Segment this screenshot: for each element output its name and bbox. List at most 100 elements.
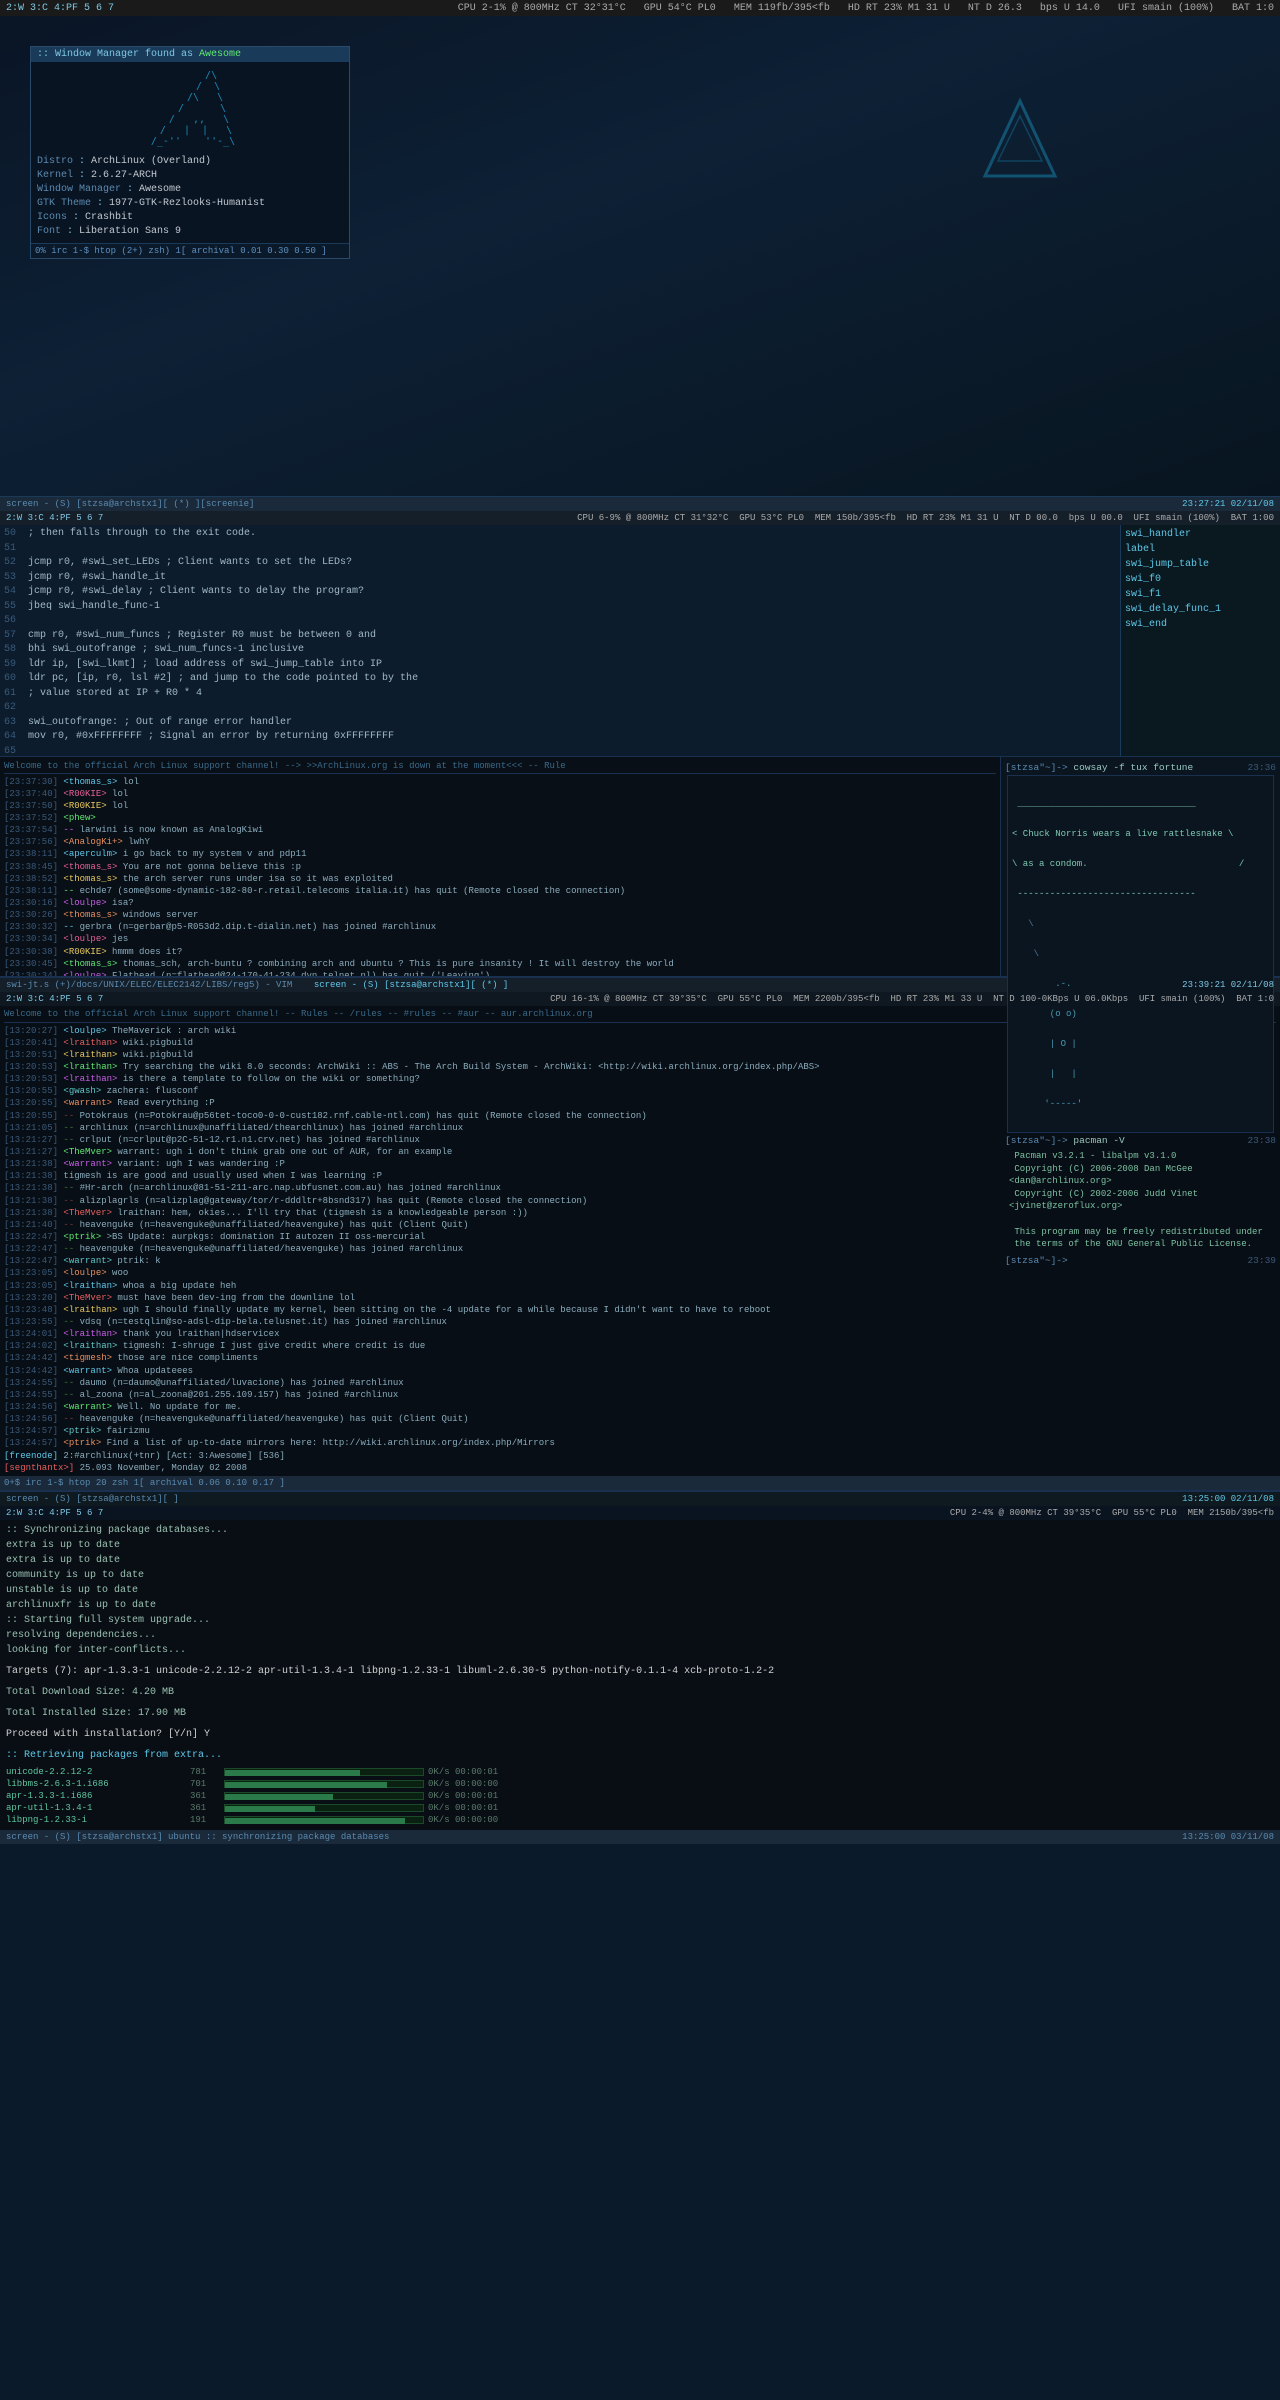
list-item: [23:37:40] <R00KIE> lol (4, 788, 996, 800)
code-line: 62 (4, 701, 1116, 716)
bottom-left: screen - (S) [stzsa@archstx1] ubuntu :: … (6, 1832, 389, 1842)
desktop: :: Window Manager found as Awesome /\ / … (0, 16, 1280, 496)
code-line: 64 mov r0, #0xFFFFFFFF ; Signal an error… (4, 730, 1116, 745)
code-line: 55 jbeq swi_handle_func-1 (4, 600, 1116, 615)
code-editor-screen: screen - (S) [stzsa@archstx1][ (*) ][scr… (0, 496, 1280, 756)
progress-bars: unicode-2.2.12-2 781 0K/s 00:00:01 libbm… (0, 1766, 1280, 1826)
list-item: [segnthantx>] 25.093 November, Monday 02… (4, 1462, 1276, 1474)
list-item: [23:37:54] -- larwini is now known as An… (4, 824, 996, 836)
screen4-statusbar: screen - (S) [stzsa@archstx1][ ] 13:25:0… (0, 1492, 1280, 1506)
code-line: 63swi_outofrange: ; Out of range error h… (4, 716, 1116, 731)
list-item: [23:37:56] <AnalogKi+> lwhY (4, 836, 996, 848)
code-editor-layout: 50; then falls through to the exit code.… (0, 525, 1280, 756)
list-item: [23:30:26] <thomas_s> windows server (4, 909, 996, 921)
retrieval-line: :: Retrieving packages from extra... (0, 1745, 1280, 1766)
list-item: [13:24:42] <tigmesh> those are nice comp… (4, 1352, 1276, 1364)
code-line: 65 (4, 745, 1116, 757)
sidebar-item: swi_f0 (1125, 572, 1276, 587)
screen3-statusbar2: 2:W 3:C 4:PF 5 6 7 CPU 16-1% @ 800MHz CT… (0, 992, 1280, 1006)
list-item: [13:24:01] <lraithan> thank you lraithan… (4, 1328, 1276, 1340)
package-install-screen: screen - (S) [stzsa@archstx1][ ] 13:25:0… (0, 1490, 1280, 1844)
progress-bar-item: apr-1.3.3-1.i686 361 0K/s 00:00:01 (0, 1790, 1280, 1802)
code-line: 58 bhi swi_outofrange ; swi_num_funcs-1 … (4, 643, 1116, 658)
progress-bar-item: libpng-1.2.33-i 191 0K/s 00:00:00 (0, 1814, 1280, 1826)
list-item: [13:24:57] <ptrik> Find a list of up-to-… (4, 1437, 1276, 1449)
list-item: [13:24:55] -- daumo (n=daumo@unaffiliate… (4, 1377, 1276, 1389)
terminal-body: /\ / \ /\ \ / \ / ,, \ / | | \ /_-'' ''-… (31, 62, 349, 243)
list-item: [23:30:45] <thomas_s> thomas_sch, arch-b… (4, 958, 996, 970)
list-item: [23:38:45] <thomas_s> You are not gonna … (4, 861, 996, 873)
list-item: [13:24:57] <ptrik> fairizmu (4, 1425, 1276, 1437)
list-item: [13:24:56] -- heavenguke (n=heavenguke@u… (4, 1413, 1276, 1425)
screen4-bottom-bar: screen - (S) [stzsa@archstx1] ubuntu :: … (0, 1830, 1280, 1844)
list-item: [23:37:50] <R00KIE> lol (4, 800, 996, 812)
code-line: 57 cmp r0, #swi_num_funcs ; Register R0 … (4, 629, 1116, 644)
terminal-titlebar: :: Window Manager found as Awesome (31, 47, 349, 62)
list-item: resolving dependencies... (6, 1628, 1274, 1643)
list-item: [13:24:56] <warrant> Well. No update for… (4, 1401, 1276, 1413)
irc-header: Welcome to the official Arch Linux suppo… (4, 760, 996, 774)
workspace-tabs: 2:W 3:C 4:PF 5 6 7 (6, 3, 114, 14)
list-item: [23:30:38] <R00KIE> hmmm does it? (4, 946, 996, 958)
code-sidebar: swi_handlerlabelswi_jump_tableswi_f0swi_… (1120, 525, 1280, 756)
list-item: [13:23:55] -- vdsq (n=testqlin@so-adsl-d… (4, 1316, 1276, 1328)
terminal-bottom: 0% irc 1-$ htop (2+) zsh) 1[ archival 0.… (31, 243, 349, 258)
screen3-right: 23:39:21 02/11/08 (1182, 980, 1274, 990)
list-item: [23:38:52] <thomas_s> the arch server ru… (4, 873, 996, 885)
arch-logo (980, 96, 1060, 190)
list-item: :: Synchronizing package databases... (6, 1523, 1274, 1538)
screen3-bottom-bar: 0+$ irc 1-$ htop 20 zsh 1[ archival 0.06… (0, 1476, 1280, 1490)
sidebar-item: swi_end (1125, 617, 1276, 632)
list-item: [13:24:55] -- al_zoona (n=al_zoona@201.2… (4, 1389, 1276, 1401)
screen1-statusbar2: 2:W 3:C 4:PF 5 6 7 CPU 6-9% @ 800MHz CT … (0, 511, 1280, 525)
sidebar-item: swi_delay_func_1 (1125, 602, 1276, 617)
code-line: 60 ldr pc, [ip, r0, lsl #2] ; and jump t… (4, 672, 1116, 687)
code-line: 59 ldr ip, [swi_lkmt] ; load address of … (4, 658, 1116, 673)
list-item: archlinuxfr is up to date (6, 1598, 1274, 1613)
sidebar-item: label (1125, 542, 1276, 557)
code-line: 50; then falls through to the exit code. (4, 527, 1116, 542)
code-line: 52 jcmp r0, #swi_set_LEDs ; Client wants… (4, 556, 1116, 571)
system-stats: CPU 2-1% @ 800MHz CT 32°31°C GPU 54°C PL… (458, 3, 1274, 14)
screen3-bottom-text: 0+$ irc 1-$ htop 20 zsh 1[ archival 0.06… (4, 1478, 285, 1488)
screen1-status-right: 23:27:21 02/11/08 (1182, 499, 1274, 509)
list-item: :: Starting full system upgrade... (6, 1613, 1274, 1628)
sidebar-item: swi_handler (1125, 527, 1276, 542)
irc-left: Welcome to the official Arch Linux suppo… (0, 757, 1000, 976)
list-item: [23:30:32] -- gerbra (n=gerbar@p5-R053d2… (4, 921, 996, 933)
screen1-statusbar: screen - (S) [stzsa@archstx1][ (*) ][scr… (0, 497, 1280, 511)
progress-bar-item: libbms-2.6.3-1.i686 701 0K/s 00:00:00 (0, 1778, 1280, 1790)
bottom-right: 13:25:00 03/11/08 (1182, 1832, 1274, 1842)
list-item: [13:24:42] <warrant> Whoa updateees (4, 1365, 1276, 1377)
package-sync-output: :: Synchronizing package databases... ex… (0, 1520, 1280, 1661)
list-item: [23:30:34] <loulpe> jes (4, 933, 996, 945)
list-item: [23:30:16] <loulpe> isa? (4, 897, 996, 909)
list-item: [freenode] 2:#archlinux(+tnr) [Act: 3:Aw… (4, 1450, 1276, 1462)
progress-bar-item: unicode-2.2.12-2 781 0K/s 00:00:01 (0, 1766, 1280, 1778)
code-line: 61 ; value stored at IP + R0 * 4 (4, 687, 1116, 702)
proceed-prompt: Proceed with installation? [Y/n] Y (0, 1724, 1280, 1745)
cowsay-cmd: [stzsa"~]-> cowsay -f tux fortune 23:36 (1005, 762, 1276, 773)
list-item: [23:37:52] <phew> (4, 812, 996, 824)
pacman-output: Pacman v3.2.1 - libalpm v3.1.0 Copyright… (1005, 1148, 1276, 1253)
list-item: looking for inter-conflicts... (6, 1643, 1274, 1658)
list-item: [23:37:30] <thomas_s> lol (4, 776, 996, 788)
progress-bar-item: apr-util-1.3.4-1 361 0K/s 00:00:01 (0, 1802, 1280, 1814)
irc-cowsay-screen: Welcome to the official Arch Linux suppo… (0, 756, 1280, 976)
screen4-statusbar2: 2:W 3:C 4:PF 5 6 7 CPU 2-4% @ 800MHz CT … (0, 1506, 1280, 1520)
total-download: Total Download Size: 4.20 MB (0, 1682, 1280, 1703)
desktop-terminal: :: Window Manager found as Awesome /\ / … (30, 46, 350, 259)
total-installed: Total Installed Size: 17.90 MB (0, 1703, 1280, 1724)
screen1-status-left: screen - (S) [stzsa@archstx1][ (*) ][scr… (6, 499, 254, 509)
screen3-left: swi-jt.s (+)/docs/UNIX/ELEC/ELEC2142/LIB… (6, 980, 508, 990)
list-item: extra is up to date (6, 1553, 1274, 1568)
terminal-title: :: Window Manager found as Awesome (37, 49, 241, 60)
code-line: 51 (4, 542, 1116, 557)
list-item: extra is up to date (6, 1538, 1274, 1553)
code-line: 54 jcmp r0, #swi_delay ; Client wants to… (4, 585, 1116, 600)
list-item: [13:23:20] <TheMver> must have been dev-… (4, 1292, 1276, 1304)
top-statusbar: 2:W 3:C 4:PF 5 6 7 CPU 2-1% @ 800MHz CT … (0, 0, 1280, 16)
list-item: [23:38:11] -- echde7 (some@some-dynamic-… (4, 885, 996, 897)
list-item: [13:23:48] <lraithan> ugh I should final… (4, 1304, 1276, 1316)
irc-right: [stzsa"~]-> cowsay -f tux fortune 23:36 … (1000, 757, 1280, 976)
